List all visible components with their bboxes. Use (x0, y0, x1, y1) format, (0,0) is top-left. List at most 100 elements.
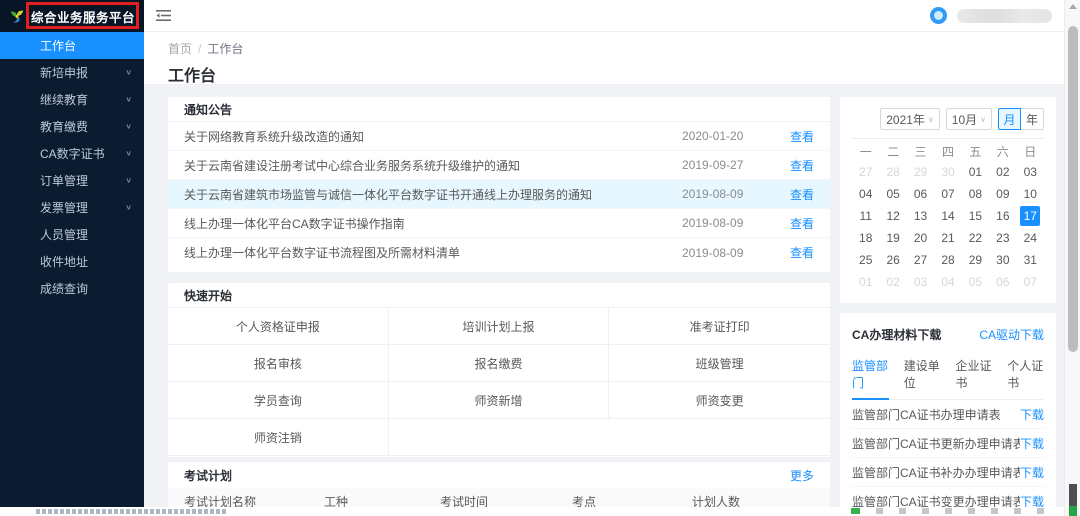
sidebar-item-order-management[interactable]: 订单管理∨ (0, 167, 144, 194)
notice-view-link[interactable]: 查看 (778, 128, 814, 145)
notice-view-link[interactable]: 查看 (778, 215, 814, 232)
sidebar-item-continuing-education[interactable]: 继续教育∨ (0, 86, 144, 113)
sidebar-item-new-training[interactable]: 新培申报∨ (0, 59, 144, 86)
calendar-day[interactable]: 30 (934, 161, 961, 183)
tab-regulatory-department[interactable]: 监管部门 (852, 353, 889, 400)
download-link[interactable]: 下载 (1020, 464, 1044, 481)
statusbar-icon[interactable] (899, 508, 906, 514)
calendar-day[interactable]: 27 (852, 161, 879, 183)
calendar-day[interactable]: 16 (989, 205, 1016, 227)
notice-title-link[interactable]: 关于云南省建设注册考试中心综合业务服务系统升级维护的通知 (184, 157, 682, 174)
quick-link-personal-cert-apply[interactable]: 个人资格证申报 (168, 308, 389, 345)
user-avatar[interactable] (930, 7, 947, 24)
calendar-day[interactable]: 19 (879, 227, 906, 249)
tab-construction-unit[interactable]: 建设单位 (904, 353, 941, 399)
sidebar-item-ca-certificate[interactable]: CA数字证书∨ (0, 140, 144, 167)
scrollbar[interactable] (1064, 0, 1080, 516)
calendar-day[interactable]: 24 (1017, 227, 1044, 249)
statusbar-icon[interactable] (922, 508, 929, 514)
quick-link-training-plan-report[interactable]: 培训计划上报 (389, 308, 610, 345)
notice-view-link[interactable]: 查看 (778, 186, 814, 203)
calendar-day[interactable]: 08 (962, 183, 989, 205)
calendar-day[interactable]: 21 (934, 227, 961, 249)
calendar-day[interactable]: 31 (1017, 249, 1044, 271)
calendar-day[interactable]: 26 (879, 249, 906, 271)
calendar-day[interactable]: 04 (852, 183, 879, 205)
quick-link-teacher-cancel[interactable]: 师资注销 (168, 419, 389, 456)
calendar-day[interactable]: 01 (962, 161, 989, 183)
calendar-day[interactable]: 01 (852, 271, 879, 293)
menu-fold-icon[interactable] (156, 9, 171, 22)
statusbar-icon[interactable] (991, 508, 998, 514)
calendar-day[interactable]: 09 (989, 183, 1016, 205)
calendar-day[interactable]: 27 (907, 249, 934, 271)
calendar-day[interactable]: 02 (989, 161, 1016, 183)
statusbar-icon[interactable] (945, 508, 952, 514)
calendar-day[interactable]: 02 (879, 271, 906, 293)
statusbar-icon[interactable] (1037, 508, 1044, 514)
calendar-day[interactable]: 25 (852, 249, 879, 271)
calendar-day[interactable]: 05 (879, 183, 906, 205)
calendar-day[interactable]: 07 (1017, 271, 1044, 293)
notice-title-link[interactable]: 线上办理一体化平台数字证书流程图及所需材料清单 (184, 244, 682, 261)
quick-link-registration-review[interactable]: 报名审核 (168, 345, 389, 382)
calendar-day[interactable]: 20 (907, 227, 934, 249)
notice-view-link[interactable]: 查看 (778, 157, 814, 174)
calendar-day[interactable]: 11 (852, 205, 879, 227)
tab-personal-cert[interactable]: 个人证书 (1007, 353, 1044, 399)
download-link[interactable]: 下载 (1020, 406, 1044, 423)
calendar-day[interactable]: 04 (934, 271, 961, 293)
download-link[interactable]: 下载 (1020, 435, 1044, 452)
calendar-day[interactable]: 13 (907, 205, 934, 227)
notice-title-link[interactable]: 关于云南省建筑市场监管与诚信一体化平台数字证书开通线上办理服务的通知 (184, 186, 682, 203)
calendar-day[interactable]: 14 (934, 205, 961, 227)
breadcrumb-home[interactable]: 首页 (168, 42, 192, 56)
sidebar-item-score-query[interactable]: 成绩查询 (0, 275, 144, 302)
ca-driver-download-link[interactable]: CA驱动下载 (979, 326, 1044, 343)
calendar-day[interactable]: 28 (934, 249, 961, 271)
user-name-redacted[interactable] (957, 9, 1052, 23)
exam-plan-more-link[interactable]: 更多 (790, 467, 814, 484)
calendar-day[interactable]: 05 (962, 271, 989, 293)
calendar-day[interactable]: 15 (962, 205, 989, 227)
security-shield-icon[interactable] (851, 508, 860, 514)
sidebar-item-personnel-management[interactable]: 人员管理 (0, 221, 144, 248)
scrollbar-up-arrow[interactable] (1069, 4, 1077, 9)
calendar-day[interactable]: 29 (907, 161, 934, 183)
sidebar-item-education-payment[interactable]: 教育缴费∨ (0, 113, 144, 140)
calendar-mode-year-button[interactable]: 年 (1021, 108, 1044, 130)
quick-link-registration-payment[interactable]: 报名缴费 (389, 345, 610, 382)
calendar-day[interactable]: 30 (989, 249, 1016, 271)
calendar-day[interactable]: 06 (907, 183, 934, 205)
tab-enterprise-cert[interactable]: 企业证书 (956, 353, 993, 399)
statusbar-icon[interactable] (876, 508, 883, 514)
calendar-day[interactable]: 22 (962, 227, 989, 249)
calendar-day[interactable]: 29 (962, 249, 989, 271)
calendar-mode-month-button[interactable]: 月 (998, 108, 1021, 130)
sidebar-item-invoice-management[interactable]: 发票管理∨ (0, 194, 144, 221)
statusbar-icon[interactable] (968, 508, 975, 514)
sidebar-item-workbench[interactable]: 工作台 (0, 32, 144, 59)
notice-view-link[interactable]: 查看 (778, 244, 814, 261)
calendar-day[interactable]: 12 (879, 205, 906, 227)
quick-link-teacher-add[interactable]: 师资新增 (389, 382, 610, 419)
scrollbar-thumb[interactable] (1068, 26, 1078, 352)
calendar-day[interactable]: 03 (907, 271, 934, 293)
notice-title-link[interactable]: 线上办理一体化平台CA数字证书操作指南 (184, 215, 682, 232)
calendar-day[interactable]: 07 (934, 183, 961, 205)
calendar-day-selected[interactable]: 17 (1017, 205, 1044, 227)
quick-link-teacher-change[interactable]: 师资变更 (609, 382, 830, 419)
calendar-day[interactable]: 23 (989, 227, 1016, 249)
calendar-day[interactable]: 10 (1017, 183, 1044, 205)
statusbar-icon[interactable] (1014, 508, 1021, 514)
calendar-day[interactable]: 28 (879, 161, 906, 183)
sidebar-item-mailing-address[interactable]: 收件地址 (0, 248, 144, 275)
calendar-day[interactable]: 03 (1017, 161, 1044, 183)
quick-link-admission-ticket-print[interactable]: 准考证打印 (609, 308, 830, 345)
calendar-day[interactable]: 18 (852, 227, 879, 249)
calendar-day[interactable]: 06 (989, 271, 1016, 293)
quick-link-class-management[interactable]: 班级管理 (609, 345, 830, 382)
calendar-month-select[interactable]: 10月∨ (946, 108, 992, 130)
notice-title-link[interactable]: 关于网络教育系统升级改造的通知 (184, 128, 682, 145)
calendar-year-select[interactable]: 2021年∨ (880, 108, 940, 130)
